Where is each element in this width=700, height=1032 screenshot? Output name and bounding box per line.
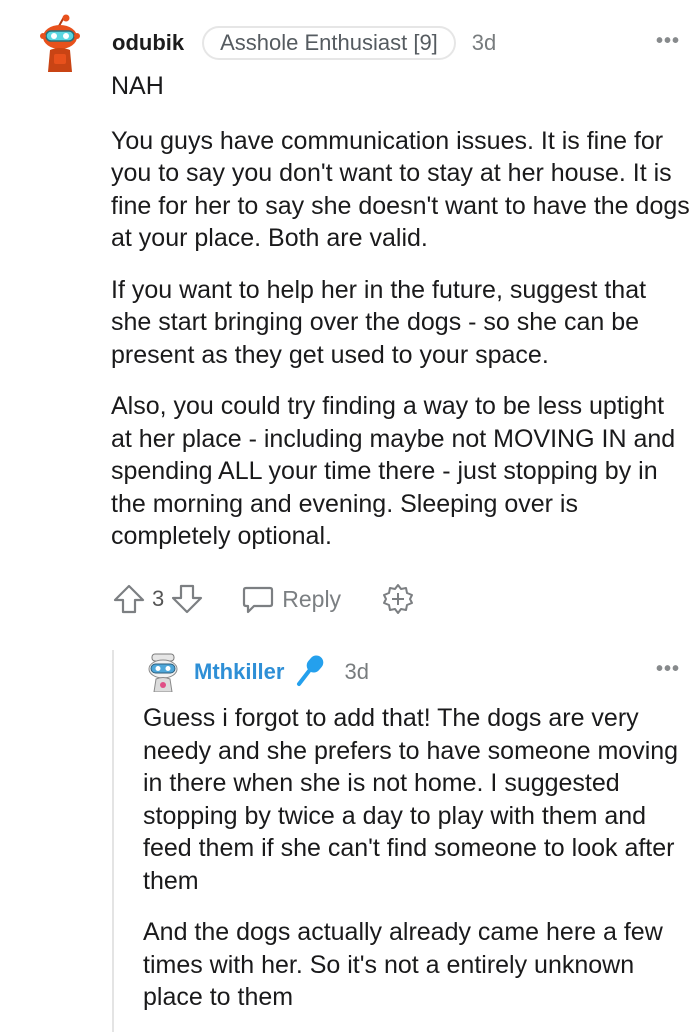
user-flair: Asshole Enthusiast [9] xyxy=(202,26,456,60)
more-options-icon[interactable]: ••• xyxy=(656,658,680,681)
username[interactable]: Mthkiller xyxy=(194,659,284,685)
avatar[interactable] xyxy=(146,652,180,693)
comment-paragraph: You guys have communication issues. It i… xyxy=(111,126,690,253)
comment-paragraph: If you want to help her in the future, s… xyxy=(111,275,647,369)
microphone-icon xyxy=(294,653,328,692)
comment-paragraph: Also, you could try finding a way to be … xyxy=(111,392,676,550)
comment-body: NAH You guys have communication issues. … xyxy=(111,70,691,572)
arrow-up-icon[interactable] xyxy=(112,582,146,616)
award-plus-icon[interactable] xyxy=(381,582,415,616)
arrow-down-icon[interactable] xyxy=(170,582,204,616)
timestamp: 3d xyxy=(344,659,369,684)
comment-actions: 3 Reply xyxy=(112,580,415,618)
avatar[interactable] xyxy=(40,14,82,72)
more-options-icon[interactable]: ••• xyxy=(656,30,680,53)
speech-bubble-icon xyxy=(242,583,274,615)
reply-paragraph: Guess i forgot to add that! The dogs are… xyxy=(143,704,679,895)
timestamp: 3d xyxy=(471,30,497,55)
comment-thread: odubik Asshole Enthusiast [9] 3d ••• NAH… xyxy=(0,0,700,1032)
comment-header: odubik Asshole Enthusiast [9] 3d ••• xyxy=(40,14,680,72)
reply-paragraph: And the dogs actually already came here … xyxy=(143,918,663,1011)
reply-label: Reply xyxy=(282,585,342,612)
thread-line[interactable] xyxy=(112,650,114,1032)
reply-button[interactable]: Reply xyxy=(242,583,341,615)
username[interactable]: odubik xyxy=(112,30,184,56)
reply-header: Mthkiller 3d ••• xyxy=(146,652,680,693)
vote-count: 3 xyxy=(152,586,165,611)
reply-body: Guess i forgot to add that! The dogs are… xyxy=(143,702,688,1032)
comment-paragraph: NAH xyxy=(111,72,164,100)
